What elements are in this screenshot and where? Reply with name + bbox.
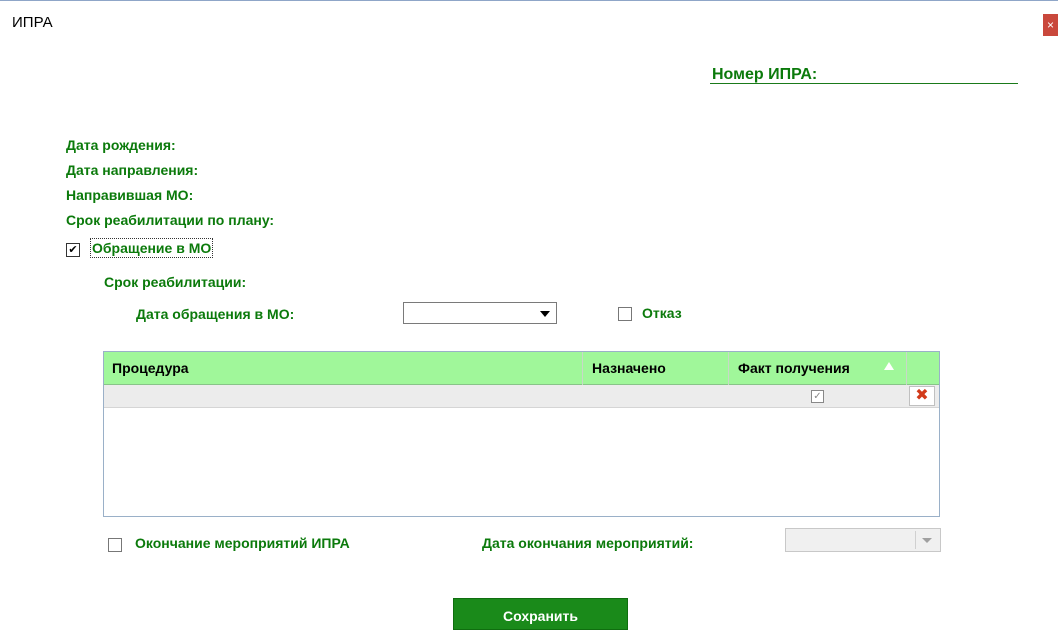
sort-ascending-icon (884, 362, 894, 370)
checkmark-icon: ✔ (68, 244, 78, 256)
grid-header: Процедура Назначено Факт получения (104, 352, 939, 385)
ipra-number-label: Номер ИПРА: (712, 66, 818, 83)
delete-x-icon: ✖ (915, 387, 929, 404)
refusal-label[interactable]: Отказ (642, 305, 682, 321)
rehab-term-label: Срок реабилитации: (104, 274, 247, 290)
procedures-grid: Процедура Назначено Факт получения ✓ ✖ (103, 351, 940, 517)
window-title: ИПРА (12, 14, 53, 31)
table-row[interactable]: ✓ (104, 385, 939, 408)
column-header-received[interactable]: Факт получения (738, 360, 850, 376)
referring-mo-label: Направившая МО: (66, 187, 194, 203)
planned-rehab-term-label: Срок реабилитации по плану: (66, 212, 275, 228)
end-checkbox[interactable] (108, 538, 122, 552)
end-date-label: Дата окончания мероприятий: (482, 535, 694, 551)
ipra-number-field[interactable] (710, 83, 1018, 84)
refusal-checkbox[interactable] (618, 307, 632, 321)
column-header-assigned[interactable]: Назначено (592, 360, 666, 376)
delete-row-button[interactable]: ✖ (909, 386, 935, 406)
column-header-procedure[interactable]: Процедура (112, 360, 189, 376)
close-button[interactable]: × (1043, 14, 1058, 36)
end-checkbox-label[interactable]: Окончание мероприятий ИПРА (135, 535, 350, 551)
window-top-border (0, 0, 1058, 1)
appeal-checkbox[interactable]: ✔ (66, 243, 80, 257)
appeal-checkbox-label[interactable]: Обращение в МО (89, 238, 214, 258)
chevron-down-icon (540, 311, 550, 317)
received-checkbox[interactable]: ✓ (811, 390, 824, 403)
appeal-date-label: Дата обращения в МО: (136, 306, 295, 322)
referral-date-label: Дата направления: (66, 162, 199, 178)
end-date-dropdown[interactable] (785, 528, 941, 552)
save-button[interactable]: Сохранить (453, 598, 628, 630)
dropdown-separator (915, 531, 916, 549)
close-icon: × (1047, 18, 1055, 32)
appeal-date-dropdown[interactable] (403, 302, 557, 324)
chevron-down-icon (922, 538, 932, 543)
birth-date-label: Дата рождения: (66, 137, 176, 153)
